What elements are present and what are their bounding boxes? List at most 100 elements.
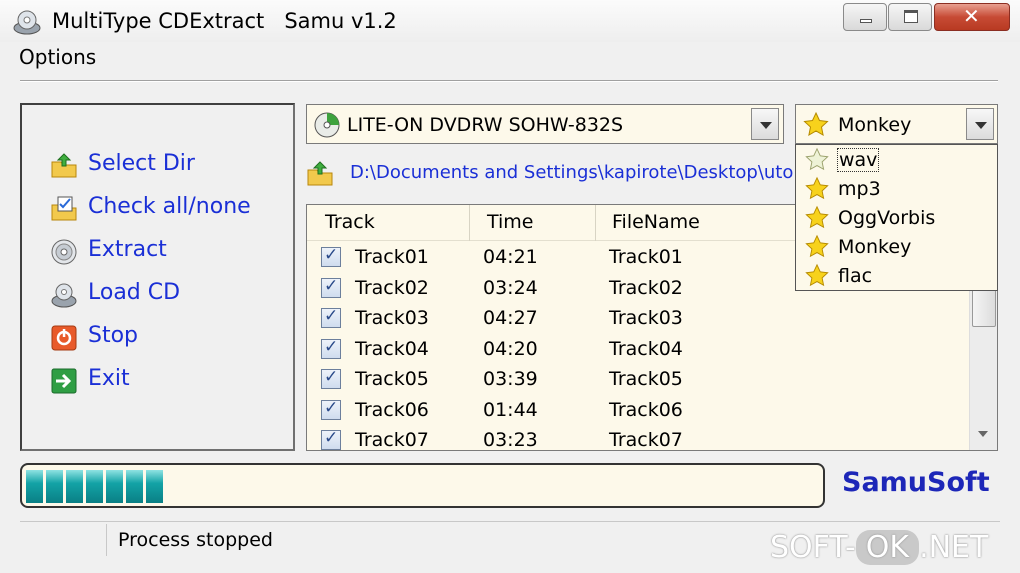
star-icon xyxy=(805,234,829,258)
star-outline-icon xyxy=(805,147,829,171)
format-option-oggvorbis[interactable]: OggVorbis xyxy=(796,204,997,233)
track-checkbox[interactable]: ✓ xyxy=(321,398,341,420)
scrollbar-thumb[interactable] xyxy=(972,285,996,327)
track-cell: Track02 xyxy=(355,277,429,299)
time-cell: 03:24 xyxy=(483,277,538,299)
check-all-none-button[interactable]: Check all/none xyxy=(50,192,290,226)
table-row[interactable]: ✓ Track06 01:44 Track06 xyxy=(307,395,967,425)
track-checkbox[interactable]: ✓ xyxy=(321,428,341,450)
watermark-right: .NET xyxy=(919,530,989,565)
track-cell: Track07 xyxy=(355,429,429,451)
format-option-monkey[interactable]: Monkey xyxy=(796,233,997,262)
close-button[interactable]: ✕ xyxy=(934,3,1010,31)
menu-options[interactable]: Options xyxy=(19,45,96,69)
checkmark-icon: ✓ xyxy=(324,428,339,448)
track-cell: Track05 xyxy=(355,368,429,390)
track-checkbox[interactable]: ✓ xyxy=(321,337,341,359)
format-option-label: flac xyxy=(838,265,873,287)
folder-check-icon xyxy=(51,196,77,221)
action-panel: Select Dir Check all/none Extract Load C… xyxy=(20,103,295,451)
star-icon xyxy=(803,111,829,136)
filename-cell: Track02 xyxy=(609,277,683,299)
filename-cell: Track06 xyxy=(609,399,683,421)
format-option-flac[interactable]: flac xyxy=(796,262,997,291)
drive-select[interactable]: LITE-ON DVDRW SOHW-832S xyxy=(306,104,784,144)
track-checkbox[interactable]: ✓ xyxy=(321,276,341,298)
column-time[interactable]: Time xyxy=(487,211,534,233)
watermark: SOFT- OK .NET xyxy=(770,530,988,565)
time-cell: 04:27 xyxy=(483,307,538,329)
close-icon: ✕ xyxy=(963,4,980,28)
extract-label: Extract xyxy=(88,237,167,262)
progress-segment xyxy=(86,470,103,503)
output-path[interactable]: D:\Documents and Settings\kapirote\Deskt… xyxy=(306,158,796,190)
table-row[interactable]: ✓ Track04 04:20 Track04 xyxy=(307,334,967,364)
progress-segment xyxy=(46,470,63,503)
stop-label: Stop xyxy=(88,323,139,348)
menu-separator xyxy=(20,80,998,82)
chevron-down-icon xyxy=(975,122,987,129)
select-dir-button[interactable]: Select Dir xyxy=(50,149,290,183)
star-icon xyxy=(805,205,829,229)
folder-arrow-icon xyxy=(51,153,77,178)
column-filename[interactable]: FileName xyxy=(612,211,700,233)
disc-icon xyxy=(51,239,77,265)
checkmark-icon: ✓ xyxy=(324,337,339,357)
progress-segment xyxy=(26,470,43,503)
load-cd-label: Load CD xyxy=(88,280,181,305)
stop-icon xyxy=(51,325,77,351)
time-cell: 04:21 xyxy=(483,246,538,268)
table-row[interactable]: ✓ Track07 03:23 Track07 xyxy=(307,425,967,451)
format-option-wav[interactable]: wav xyxy=(796,146,997,175)
progress-segment xyxy=(66,470,83,503)
track-cell: Track04 xyxy=(355,338,429,360)
cd-drive-icon xyxy=(51,283,77,308)
track-checkbox[interactable]: ✓ xyxy=(321,306,341,328)
status-divider xyxy=(106,524,107,556)
format-dropdown-button[interactable] xyxy=(966,108,994,140)
column-track[interactable]: Track xyxy=(325,211,375,233)
format-dropdown-list: wav mp3 OggVorbis Monkey flac xyxy=(795,144,998,291)
filename-cell: Track01 xyxy=(609,246,683,268)
title-bar[interactable]: MultiType CDExtract Samu v1.2 ✕ xyxy=(0,0,1020,42)
watermark-ok: OK xyxy=(855,530,920,565)
time-cell: 03:39 xyxy=(483,368,538,390)
column-divider xyxy=(469,205,470,241)
minimize-button[interactable] xyxy=(843,3,887,31)
progress-fill xyxy=(26,470,163,503)
table-row[interactable]: ✓ Track05 03:39 Track05 xyxy=(307,364,967,394)
scroll-down-icon[interactable] xyxy=(978,431,988,437)
drive-dropdown-button[interactable] xyxy=(751,108,779,140)
progress-segment xyxy=(106,470,123,503)
format-select[interactable]: Monkey xyxy=(795,104,998,144)
track-checkbox[interactable]: ✓ xyxy=(321,367,341,389)
progress-segment xyxy=(126,470,143,503)
filename-cell: Track07 xyxy=(609,429,683,451)
cd-drive-app-icon xyxy=(13,10,41,35)
star-icon xyxy=(805,263,829,287)
stop-button[interactable]: Stop xyxy=(50,321,290,355)
maximize-icon xyxy=(904,10,918,23)
status-text: Process stopped xyxy=(118,529,273,551)
menu-bar: Options xyxy=(0,42,1020,72)
brand-logo: SamuSoft xyxy=(842,467,990,498)
column-divider xyxy=(595,205,596,241)
select-dir-label: Select Dir xyxy=(88,151,195,176)
time-cell: 03:23 xyxy=(483,429,538,451)
track-cell: Track01 xyxy=(355,246,429,268)
time-cell: 01:44 xyxy=(483,399,538,421)
progress-segment xyxy=(146,470,163,503)
time-cell: 04:20 xyxy=(483,338,538,360)
extract-button[interactable]: Extract xyxy=(50,235,290,269)
exit-button[interactable]: Exit xyxy=(50,364,290,398)
cd-drive-icon xyxy=(314,112,340,138)
checkmark-icon: ✓ xyxy=(324,367,339,387)
maximize-button[interactable] xyxy=(888,3,932,31)
load-cd-button[interactable]: Load CD xyxy=(50,278,290,312)
format-option-mp3[interactable]: mp3 xyxy=(796,175,997,204)
table-row[interactable]: ✓ Track03 04:27 Track03 xyxy=(307,303,967,333)
track-checkbox[interactable]: ✓ xyxy=(321,245,341,267)
exit-label: Exit xyxy=(88,366,130,391)
format-select-value: Monkey xyxy=(838,114,912,136)
output-path-text: D:\Documents and Settings\kapirote\Deskt… xyxy=(350,162,796,183)
